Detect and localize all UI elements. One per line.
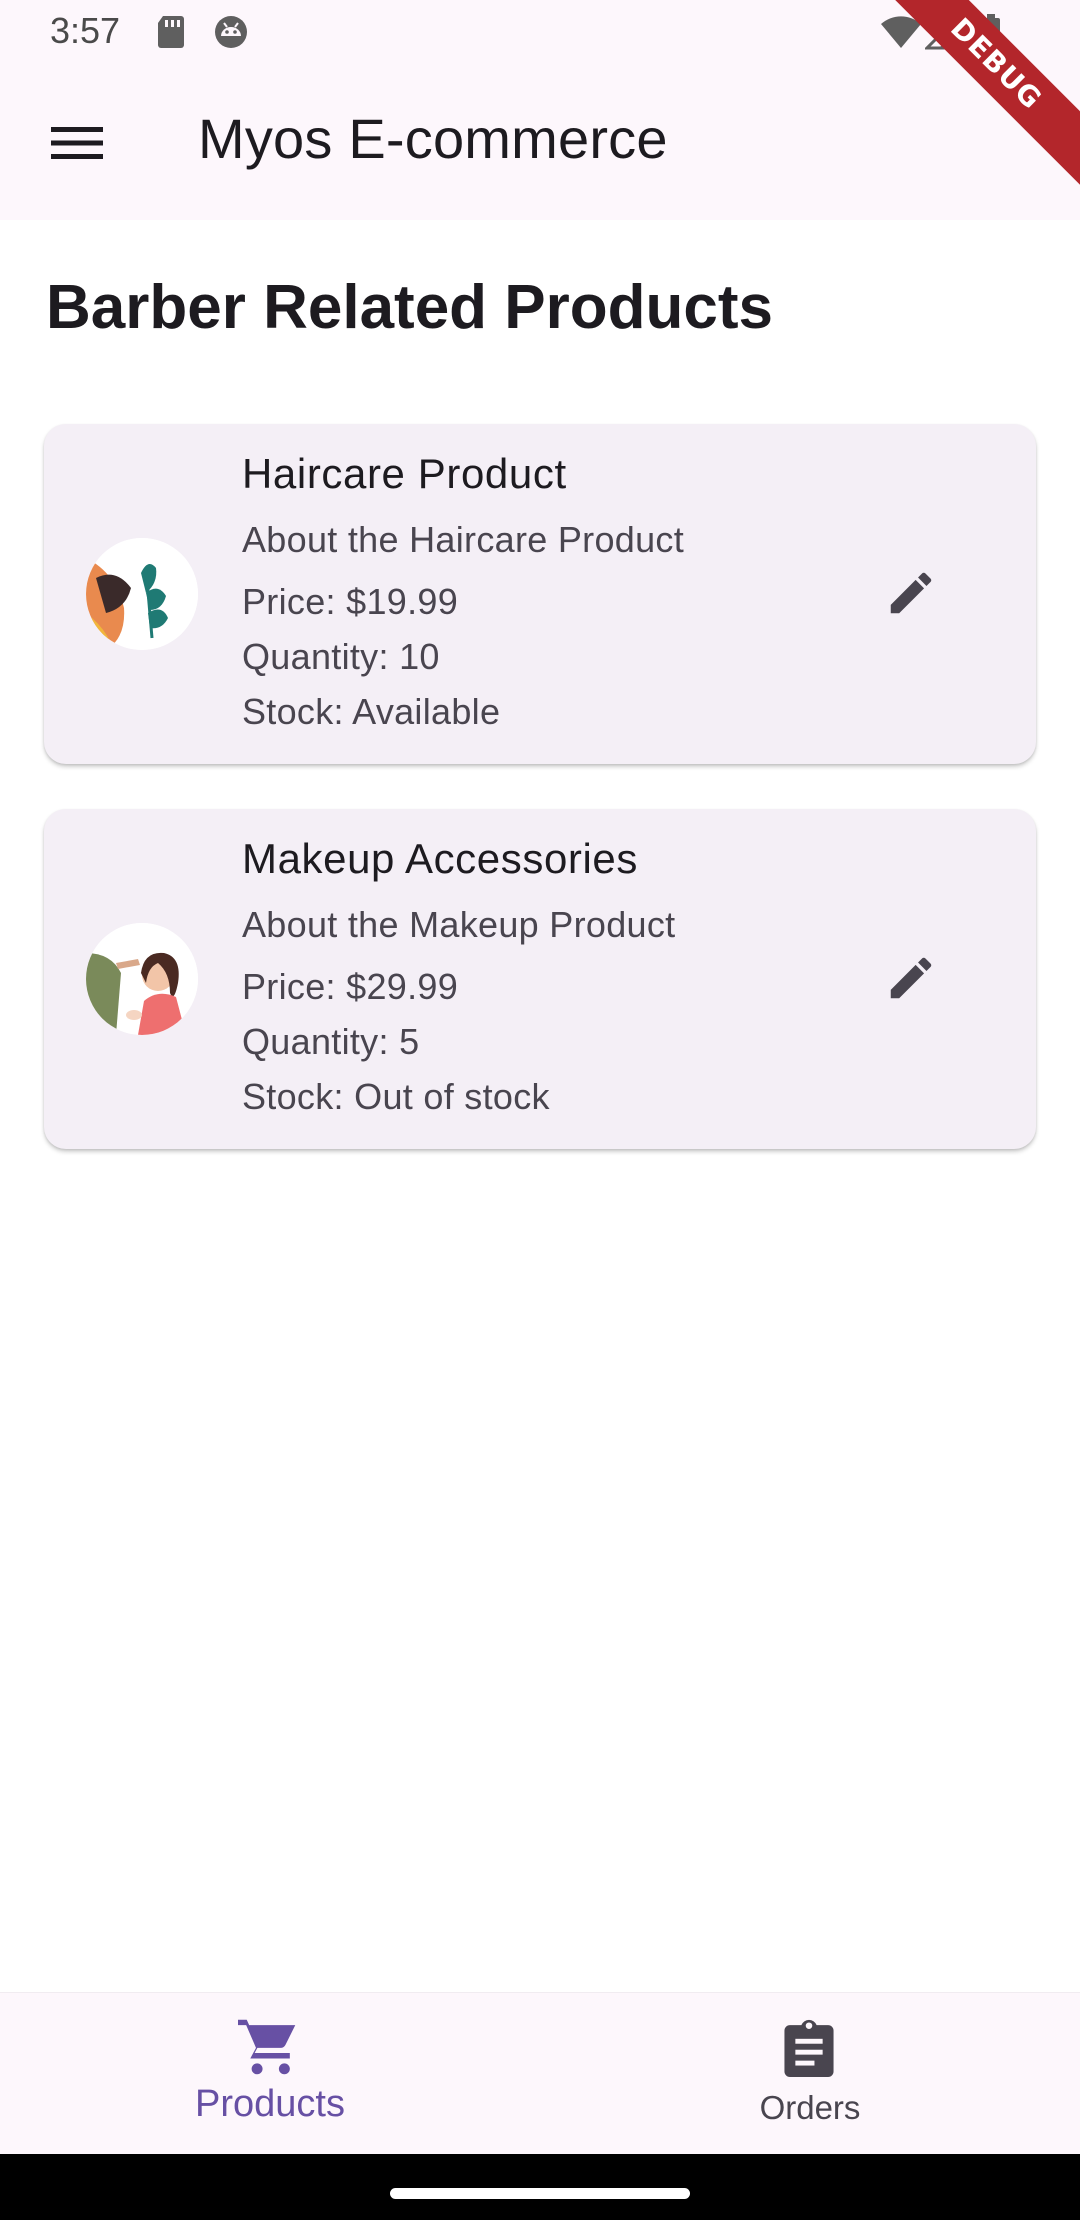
product-quantity: Quantity: 5 — [242, 1021, 420, 1062]
nav-item-orders[interactable]: Orders — [540, 1993, 1080, 2155]
product-description: About the Haircare Product — [242, 519, 685, 560]
bottom-navigation: Products Orders — [0, 1992, 1080, 2154]
edit-icon — [890, 957, 932, 999]
product-card[interactable]: Haircare Product About the Haircare Prod… — [44, 424, 1036, 764]
product-info: Makeup Accessories About the Makeup Prod… — [242, 833, 675, 1124]
system-navigation-bar — [0, 2154, 1080, 2220]
nav-item-products[interactable]: Products — [0, 1993, 540, 2155]
status-time: 3:57 — [50, 10, 121, 51]
nav-label-orders: Orders — [759, 2089, 861, 2126]
edit-button[interactable] — [868, 935, 954, 1021]
edit-button[interactable] — [868, 550, 954, 636]
product-info: Haircare Product About the Haircare Prod… — [242, 448, 684, 739]
android-debug-icon — [213, 14, 249, 55]
menu-button[interactable] — [36, 102, 118, 184]
product-price: Price: $19.99 — [242, 581, 459, 622]
product-description: About the Makeup Product — [242, 904, 676, 945]
product-quantity: Quantity: 10 — [242, 636, 440, 677]
product-image — [86, 538, 198, 650]
product-stock: Stock: Out of stock — [242, 1076, 550, 1117]
clipboard-icon — [781, 2017, 837, 2082]
app-title: Myos E-commerce — [198, 107, 668, 170]
home-gesture-handle[interactable] — [390, 2188, 690, 2199]
product-name: Haircare Product — [242, 450, 567, 497]
product-image — [86, 923, 198, 1035]
page-title: Barber Related Products — [46, 273, 773, 342]
shopping-cart-icon — [235, 2017, 301, 2082]
product-card[interactable]: Makeup Accessories About the Makeup Prod… — [44, 809, 1036, 1149]
product-name: Makeup Accessories — [242, 835, 638, 882]
sd-card-icon — [155, 14, 187, 55]
menu-icon — [51, 127, 103, 159]
screen: 3:57 Myos E-commerce DEBUG Barber Relate… — [0, 0, 1080, 2220]
product-price: Price: $29.99 — [242, 966, 459, 1007]
edit-icon — [890, 572, 932, 614]
app-bar: Myos E-commerce — [0, 66, 1080, 220]
product-stock: Stock: Available — [242, 691, 501, 732]
nav-label-products: Products — [195, 2083, 345, 2125]
